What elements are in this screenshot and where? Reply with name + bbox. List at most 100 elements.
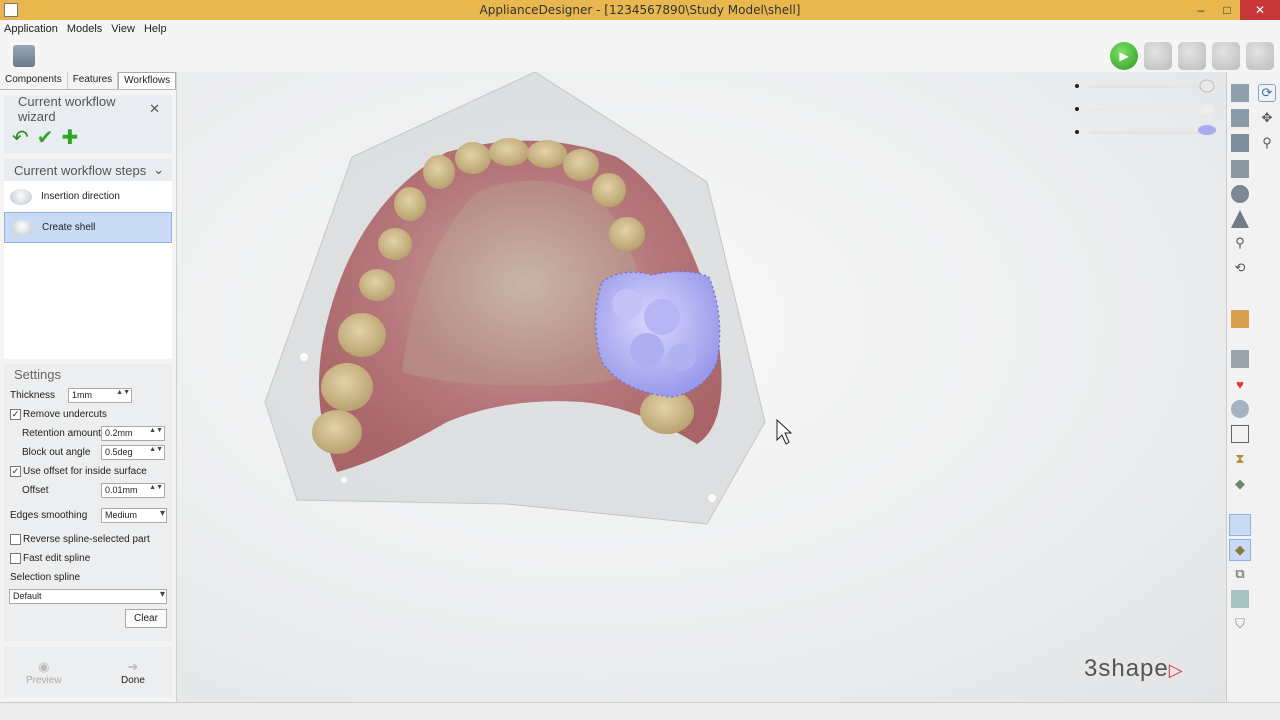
duplicate-icon[interactable]: ⧉: [1231, 565, 1249, 583]
offset-stepper[interactable]: ▲▼: [149, 484, 163, 491]
wizard-title: Current workflow wizard: [18, 94, 116, 124]
case-icon[interactable]: [13, 45, 35, 67]
thickness-input[interactable]: 1mm ▲▼: [68, 388, 132, 403]
retention-label: Retention amount: [22, 428, 101, 439]
tooth: [455, 142, 491, 174]
thickness-label: Thickness: [10, 390, 56, 401]
reverse-spline-checkbox[interactable]: [10, 534, 21, 545]
slider-handle: [1200, 104, 1214, 114]
highlight: [341, 477, 347, 483]
shield-icon[interactable]: ⛉: [1231, 615, 1249, 633]
transparency-slider-track: [1089, 85, 1209, 88]
play-button[interactable]: ▶: [1110, 42, 1138, 70]
wizard-actions: ↶ ✔ ✚: [4, 123, 172, 153]
remove-undercuts-checkbox[interactable]: ✓: [10, 409, 21, 420]
main-toolbar: ▶: [0, 38, 1280, 74]
steps-title: Current workflow steps: [14, 162, 147, 178]
view-back-icon[interactable]: [1231, 109, 1249, 127]
heart-icon[interactable]: ♥: [1231, 375, 1249, 393]
reset-view-icon[interactable]: ⟲: [1231, 259, 1249, 277]
hourglass-icon[interactable]: ⧗: [1231, 450, 1249, 468]
zoom-icon[interactable]: ⚲: [1258, 134, 1276, 152]
cusp: [668, 343, 696, 371]
view-bottom-icon[interactable]: [1231, 210, 1249, 228]
undo-icon[interactable]: ↶: [12, 128, 29, 148]
arrow-right-icon: ➔: [127, 659, 139, 674]
preview-button[interactable]: ◉ Preview: [26, 659, 62, 686]
cusp: [612, 289, 642, 319]
remove-undercuts-label: Remove undercuts: [23, 409, 107, 420]
settings-panel: Settings Thickness 1mm ▲▼ ✓ Remove under…: [4, 364, 172, 641]
thickness-stepper[interactable]: ▲▼: [116, 389, 130, 396]
retention-stepper[interactable]: ▲▼: [149, 427, 163, 434]
chevron-down-icon[interactable]: ⌄: [153, 162, 164, 178]
gear-icon[interactable]: [1178, 42, 1206, 70]
fast-edit-spline-label: Fast edit spline: [23, 553, 91, 564]
bottom-buttons: ◉ Preview ➔ Done: [4, 647, 172, 697]
retention-input[interactable]: 0.2mm ▲▼: [101, 426, 165, 441]
model-view-button[interactable]: [1144, 42, 1172, 70]
view-left-icon[interactable]: [1231, 134, 1249, 152]
3d-viewport[interactable]: 3shape▷: [177, 72, 1226, 702]
slider-handle: [1198, 125, 1216, 135]
maximize-button[interactable]: □: [1214, 0, 1240, 20]
menu-bar: Application Models View Help: [0, 20, 1280, 38]
selection-spline-select[interactable]: Default ▾: [9, 589, 167, 604]
edges-smoothing-select[interactable]: Medium ▾: [101, 507, 167, 523]
chevron-down-icon: ▾: [159, 589, 165, 600]
model-toggle-icon[interactable]: ◆: [1229, 539, 1251, 561]
slider-dot: [1075, 84, 1079, 88]
close-button[interactable]: ✕: [1240, 0, 1280, 20]
rotate-icon[interactable]: ⟳: [1258, 84, 1276, 102]
tab-workflows[interactable]: Workflows: [118, 72, 177, 89]
tooth: [359, 269, 395, 301]
offset-input[interactable]: 0.01mm ▲▼: [101, 483, 165, 498]
window-controls: – □ ✕: [1188, 0, 1280, 20]
minimize-button[interactable]: –: [1188, 0, 1214, 20]
zoom-fit-icon[interactable]: ⚲: [1231, 234, 1249, 252]
add-icon[interactable]: ✚: [62, 128, 79, 148]
view-top-icon[interactable]: [1231, 185, 1249, 203]
step-create-shell[interactable]: Create shell: [4, 212, 172, 243]
step-insertion-direction[interactable]: Insertion direction: [4, 181, 172, 212]
tooth-icon[interactable]: ◆: [1231, 475, 1249, 493]
done-button[interactable]: ➔ Done: [121, 659, 145, 686]
scan-button[interactable]: [1246, 42, 1274, 70]
cusp: [630, 333, 664, 367]
check-icon[interactable]: ✔: [37, 128, 54, 148]
tooth: [592, 173, 626, 207]
title-bar: ApplianceDesigner - [1234567890\Study Mo…: [0, 0, 1280, 20]
shell-view-icon[interactable]: [1231, 400, 1249, 418]
blockout-input[interactable]: 0.5deg ▲▼: [101, 445, 165, 460]
tooth: [489, 138, 529, 166]
scan-icon[interactable]: [1231, 590, 1249, 608]
done-label: Done: [121, 675, 145, 686]
pan-icon[interactable]: ✥: [1258, 109, 1276, 127]
view-right-icon[interactable]: [1231, 160, 1249, 178]
settings-title: Settings: [14, 367, 61, 382]
3shape-logo: 3shape▷: [1084, 655, 1184, 682]
tooth: [563, 149, 599, 181]
menu-view[interactable]: View: [111, 23, 135, 35]
tab-components[interactable]: Components: [0, 72, 68, 89]
use-offset-checkbox[interactable]: ✓: [10, 466, 21, 477]
eye-icon: ◉: [38, 659, 50, 674]
frame-icon[interactable]: [1231, 425, 1249, 443]
clear-button[interactable]: Clear: [125, 609, 167, 628]
model-tool-icon[interactable]: [1231, 310, 1249, 328]
close-icon[interactable]: ✕: [149, 101, 160, 117]
menu-application[interactable]: Application: [4, 23, 58, 35]
menu-help[interactable]: Help: [144, 23, 167, 35]
cube-icon[interactable]: [1231, 350, 1249, 368]
blockout-stepper[interactable]: ▲▼: [149, 446, 163, 453]
tooth: [394, 187, 426, 221]
insertion-direction-icon: [10, 188, 32, 205]
view-front-icon[interactable]: [1231, 84, 1249, 102]
menu-models[interactable]: Models: [67, 23, 102, 35]
slider-dot: [1075, 107, 1079, 111]
tooth: [312, 410, 362, 454]
fast-edit-spline-checkbox[interactable]: [10, 553, 21, 564]
layer-toggle-icon[interactable]: [1229, 514, 1251, 536]
tab-features[interactable]: Features: [68, 72, 119, 89]
export-button[interactable]: [1212, 42, 1240, 70]
